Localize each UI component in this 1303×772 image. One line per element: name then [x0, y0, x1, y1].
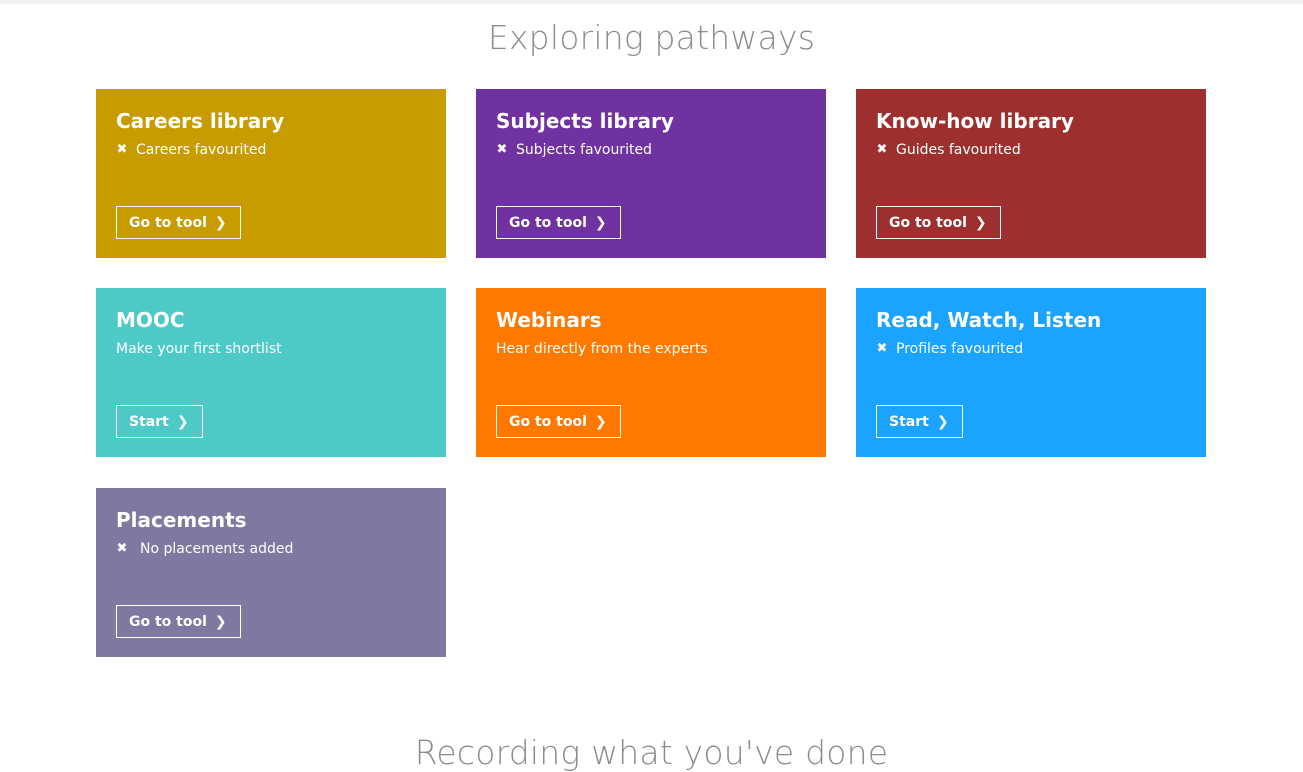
card-title: Know-how library: [876, 109, 1074, 133]
section-title: Exploring pathways: [487, 18, 816, 57]
card-careers-library: Careers library ✖ Careers favourited Go …: [96, 89, 446, 258]
card-status: ✖ Subjects favourited: [496, 141, 806, 159]
card-title: MOOC: [116, 308, 185, 332]
card-status-text: Guides favourited: [896, 142, 1021, 158]
go-to-tool-button[interactable]: Go to tool ❯: [876, 206, 1001, 239]
chevron-right-icon: ❯: [214, 214, 227, 231]
card-webinars: Webinars Hear directly from the experts …: [476, 288, 826, 457]
card-read-watch-listen: Read, Watch, Listen ✖ Profiles favourite…: [856, 288, 1206, 457]
go-to-tool-button[interactable]: Go to tool ❯: [116, 605, 241, 638]
x-icon: ✖: [496, 142, 508, 157]
card-status: ✖ Guides favourited: [876, 141, 1186, 159]
card-status-text: Make your first shortlist: [116, 341, 282, 357]
card-status: Make your first shortlist: [116, 340, 426, 358]
card-status: ✖ No placements added: [116, 540, 426, 558]
go-to-tool-button[interactable]: Go to tool ❯: [496, 405, 621, 438]
card-know-how-library: Know-how library ✖ Guides favourited Go …: [856, 89, 1206, 258]
x-icon: ✖: [116, 142, 128, 157]
start-button[interactable]: Start ❯: [876, 405, 963, 438]
x-icon: ✖: [876, 142, 888, 157]
card-status: Hear directly from the experts: [496, 340, 806, 358]
card-status-text: Hear directly from the experts: [496, 341, 708, 357]
button-label: Go to tool: [129, 214, 207, 231]
chevron-right-icon: ❯: [214, 613, 227, 630]
card-title: Subjects library: [496, 109, 674, 133]
button-label: Go to tool: [509, 413, 587, 430]
card-title: Webinars: [496, 308, 602, 332]
card-subjects-library: Subjects library ✖ Subjects favourited G…: [476, 89, 826, 258]
card-status: ✖ Profiles favourited: [876, 340, 1186, 358]
go-to-tool-button[interactable]: Go to tool ❯: [116, 206, 241, 239]
button-label: Start: [129, 413, 169, 430]
start-button[interactable]: Start ❯: [116, 405, 203, 438]
card-placements: Placements ✖ No placements added Go to t…: [96, 488, 446, 657]
button-label: Start: [889, 413, 929, 430]
button-label: Go to tool: [129, 613, 207, 630]
button-label: Go to tool: [889, 214, 967, 231]
chevron-right-icon: ❯: [974, 214, 987, 231]
go-to-tool-button[interactable]: Go to tool ❯: [496, 206, 621, 239]
chevron-right-icon: ❯: [594, 413, 607, 430]
card-title: Placements: [116, 508, 247, 532]
chevron-right-icon: ❯: [936, 413, 949, 430]
card-mooc: MOOC Make your first shortlist Start ❯: [96, 288, 446, 457]
card-title: Careers library: [116, 109, 285, 133]
card-status-text: Subjects favourited: [516, 142, 652, 158]
chevron-right-icon: ❯: [594, 214, 607, 231]
card-status-text: No placements added: [140, 541, 294, 557]
card-status-text: Profiles favourited: [896, 341, 1024, 357]
next-section-title: Recording what you've done: [414, 733, 889, 772]
top-strip: [0, 0, 1303, 4]
card-status: ✖ Careers favourited: [116, 141, 426, 159]
chevron-right-icon: ❯: [176, 413, 189, 430]
x-icon: ✖: [876, 341, 888, 356]
card-status-text: Careers favourited: [136, 142, 267, 158]
card-title: Read, Watch, Listen: [876, 308, 1102, 332]
button-label: Go to tool: [509, 214, 587, 231]
x-icon: ✖: [116, 541, 128, 556]
